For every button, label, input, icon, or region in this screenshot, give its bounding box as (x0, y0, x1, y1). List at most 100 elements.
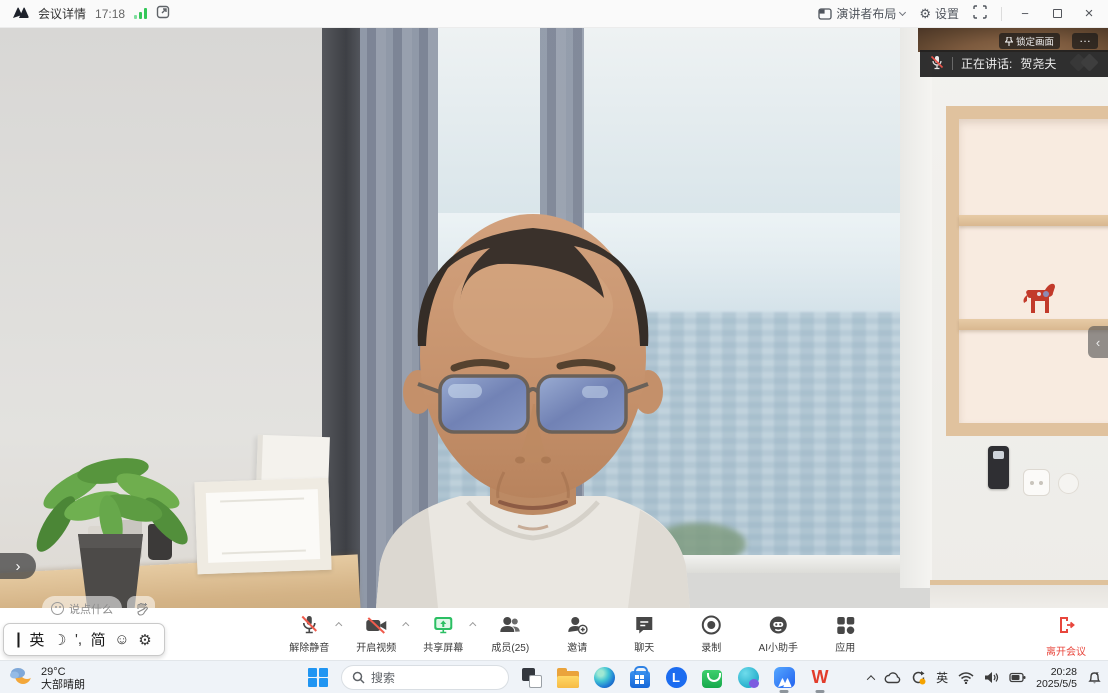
layout-selector[interactable]: 演讲者布局 (818, 5, 905, 22)
expand-panel-left-button[interactable]: › (0, 553, 36, 579)
speaking-toast: 正在讲话: 贺尧夫 (920, 50, 1108, 77)
svg-text:z: z (1096, 671, 1099, 677)
taskbar-app-app-store[interactable] (694, 661, 730, 693)
wifi-icon[interactable] (958, 672, 974, 684)
tencent-meeting-app-icon (774, 667, 795, 688)
pin-video-label: 锁定画面 (1016, 34, 1054, 48)
record-button[interactable]: 录制 (688, 614, 734, 654)
taskbar-app-file-explorer[interactable] (550, 661, 586, 693)
pin-icon (1005, 37, 1013, 46)
ai-assistant-button[interactable]: AI小助手 (755, 614, 801, 654)
speaker-name: 贺尧夫 (1020, 55, 1056, 72)
collapse-panel-right-button[interactable]: ‹ (1088, 326, 1108, 358)
taskbar-app-microsoft-store[interactable] (622, 661, 658, 693)
say-something-input[interactable]: 说点什么 (42, 596, 122, 621)
hand-icon (135, 602, 148, 616)
notification-bell-icon[interactable]: z (1087, 670, 1102, 685)
volume-icon[interactable] (984, 671, 999, 684)
layout-icon (818, 8, 832, 20)
weather-widget[interactable]: 29°C 大部晴朗 (8, 663, 85, 693)
more-options-button[interactable]: … (1072, 33, 1098, 49)
members-button[interactable]: 成员(25) (487, 614, 533, 654)
chat-button[interactable]: 聊天 (621, 614, 667, 654)
mic-options-caret[interactable] (335, 622, 342, 629)
start-video-button[interactable]: 开启视频 (353, 614, 399, 654)
battery-icon[interactable] (1009, 672, 1026, 683)
update-sync-icon[interactable] (911, 670, 926, 685)
taskbar-app-messenger[interactable] (730, 661, 766, 693)
maximize-icon (1053, 9, 1062, 18)
close-button[interactable]: × (1080, 5, 1098, 22)
tray-show-hidden-icons[interactable] (868, 675, 874, 681)
taskbar-app-edge[interactable] (586, 661, 622, 693)
apps-icon (834, 614, 856, 636)
taskbar-app-lenovo[interactable]: L (658, 661, 694, 693)
tray-time: 20:28 (1051, 666, 1077, 678)
wps-office-icon: W (812, 667, 829, 688)
file-explorer-icon (557, 671, 579, 688)
ime-language-toggle[interactable]: 英 (29, 629, 44, 650)
leave-meeting-icon (1056, 615, 1076, 640)
tray-ime-indicator[interactable]: 英 (936, 669, 948, 686)
title-bar: 会议详情 17:18 演讲者布局 ⚙ 设置 − × (0, 0, 1108, 28)
meeting-details-button[interactable]: 会议详情 (38, 5, 86, 22)
camera-off-icon (364, 614, 388, 636)
mic-muted-icon (930, 55, 944, 73)
minimize-button[interactable]: − (1016, 6, 1034, 21)
taskbar-app-tencent-meeting[interactable] (766, 661, 802, 693)
raise-hand-button[interactable] (127, 596, 155, 621)
speaking-prefix: 正在讲话: (961, 55, 1012, 72)
pin-video-button[interactable]: 锁定画面 (999, 33, 1060, 49)
app-store-bag-icon (702, 670, 722, 688)
invite-button[interactable]: 邀请 (554, 614, 600, 654)
layout-label: 演讲者布局 (836, 5, 896, 22)
share-screen-icon (432, 614, 454, 636)
meeting-toolbar: 解除静音 开启视频 共享屏幕 成员(25) (0, 608, 1108, 660)
ime-settings-button[interactable]: ⚙ (138, 631, 151, 649)
ime-toolbar[interactable]: | 英 ☽ ', 简 ☺ ⚙ (3, 623, 165, 656)
windows-taskbar: 29°C 大部晴朗 L W (0, 660, 1108, 693)
wall-remote-control (988, 446, 1009, 489)
members-icon (498, 614, 522, 636)
emoji-icon (51, 602, 64, 615)
wall-switch (1058, 473, 1079, 494)
say-something-placeholder: 说点什么 (69, 601, 113, 617)
speaker-person (368, 196, 698, 608)
task-view-icon (522, 668, 542, 688)
tencent-meeting-logo-icon (12, 6, 29, 22)
ime-fullwidth-toggle[interactable]: ☽ (53, 631, 66, 649)
ime-simplified-toggle[interactable]: 简 (91, 629, 106, 650)
start-button[interactable] (300, 661, 336, 693)
search-icon (352, 671, 365, 684)
tray-clock[interactable]: 20:28 2025/5/5 (1036, 666, 1077, 690)
ime-punctuation-toggle[interactable]: ', (75, 631, 82, 648)
taskbar-app-wps[interactable]: W (802, 661, 838, 693)
fullscreen-icon[interactable] (973, 5, 987, 22)
settings-button[interactable]: ⚙ 设置 (919, 5, 959, 22)
share-options-caret[interactable] (469, 622, 476, 629)
onedrive-cloud-icon[interactable] (884, 672, 901, 684)
ime-cursor: | (16, 631, 20, 649)
weather-condition: 大部晴朗 (41, 679, 85, 691)
chat-icon (633, 614, 655, 636)
unmute-button[interactable]: 解除静音 (286, 614, 332, 654)
meeting-timer: 17:18 (95, 7, 125, 21)
search-input[interactable] (371, 671, 481, 685)
ime-emoji-button[interactable]: ☺ (114, 631, 129, 648)
video-options-caret[interactable] (402, 622, 409, 629)
windows-logo-icon (308, 668, 328, 688)
maximize-button[interactable] (1048, 6, 1066, 21)
leave-meeting-button[interactable]: 离开会议 (1046, 615, 1086, 658)
weather-icon (8, 663, 34, 693)
taskbar-search[interactable] (341, 665, 509, 690)
settings-label: 设置 (935, 5, 959, 22)
share-screen-button[interactable]: 共享屏幕 (420, 614, 466, 654)
meeting-app-window: 会议详情 17:18 演讲者布局 ⚙ 设置 − × (0, 0, 1108, 693)
watermark-logo-icon (1070, 53, 1104, 73)
network-signal-icon (134, 8, 147, 19)
taskbar-app-task-view[interactable] (514, 661, 550, 693)
apps-button[interactable]: 应用 (822, 614, 868, 654)
speaker-video-feed: 锁定画面 … 正在讲话: 贺尧夫 › ‹ (0, 28, 1108, 608)
video-bg-shelf (946, 106, 1108, 436)
open-in-window-icon[interactable] (156, 5, 170, 22)
